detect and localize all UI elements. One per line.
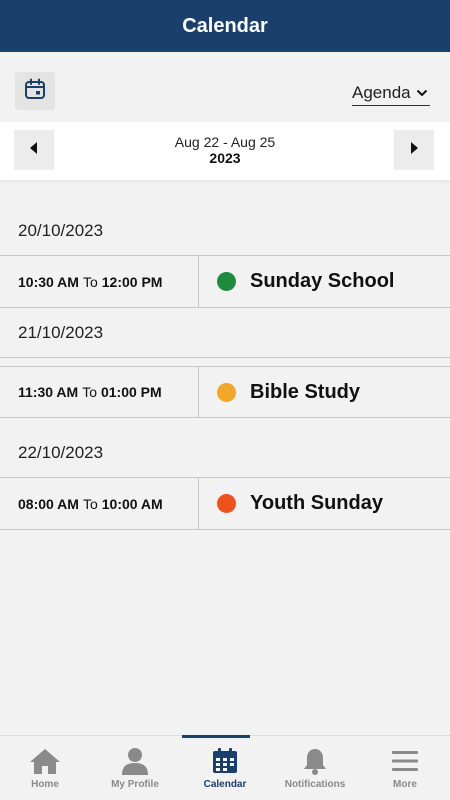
event-color-dot xyxy=(217,382,236,402)
tab-my-profile[interactable]: My Profile xyxy=(90,736,180,800)
tab-calendar-label: Calendar xyxy=(203,779,247,790)
date-picker-button[interactable] xyxy=(15,72,55,110)
bell-icon xyxy=(298,746,332,776)
event-title: Sunday School xyxy=(250,270,395,292)
date-range-dates: Aug 22 - Aug 25 xyxy=(174,134,276,150)
event-color-dot xyxy=(217,272,236,291)
tab-calendar[interactable]: Calendar xyxy=(180,735,270,800)
event-title: Bible Study xyxy=(250,380,361,403)
event-start-time: 10:30 AM xyxy=(18,273,79,290)
agenda-list: 20/10/2023 10:30 AM To 12:00 PM Sunday S… xyxy=(0,180,450,530)
page-title: Calendar xyxy=(182,14,268,37)
view-mode-select[interactable]: Agenda xyxy=(352,80,430,106)
event-time: 10:30 AM To 12:00 PM xyxy=(0,256,199,307)
tab-my-profile-label: My Profile xyxy=(111,779,159,790)
calendar-icon xyxy=(24,78,46,105)
date-range-year: 2023 xyxy=(209,150,241,166)
event-info: Sunday School xyxy=(199,256,450,307)
date-range-bar: Aug 22 - Aug 25 2023 xyxy=(0,122,450,180)
tab-more-label: More xyxy=(393,779,417,790)
calendar-icon xyxy=(208,746,242,776)
agenda-event-row[interactable]: 08:00 AM To 10:00 AM Youth Sunday xyxy=(0,478,450,530)
event-time-separator: To xyxy=(82,273,98,290)
tab-home[interactable]: Home xyxy=(0,736,90,800)
view-mode-value: Agenda xyxy=(352,82,411,102)
menu-icon xyxy=(388,746,422,776)
user-icon xyxy=(118,746,152,776)
chevron-down-icon xyxy=(416,84,428,102)
app-header: Calendar xyxy=(0,0,450,52)
agenda-date-header: 22/10/2023 xyxy=(0,418,450,478)
event-end-time: 10:00 AM xyxy=(101,495,163,512)
tab-more[interactable]: More xyxy=(360,736,450,800)
event-color-dot xyxy=(217,494,236,513)
next-range-button[interactable] xyxy=(394,130,434,170)
caret-left-icon xyxy=(29,141,39,160)
event-end-time: 01:00 PM xyxy=(100,384,162,400)
event-time: 08:00 AM To 10:00 AM xyxy=(0,478,199,529)
event-time-separator: To xyxy=(82,495,98,512)
tab-notifications-label: Notifications xyxy=(284,779,346,790)
agenda-date-header: 21/10/2023 xyxy=(0,308,450,358)
agenda-event-row[interactable]: 11:30 AM To 01:00 PM Bible Study xyxy=(0,366,450,418)
event-start-time: 11:30 AM xyxy=(18,384,79,400)
caret-right-icon xyxy=(409,141,419,160)
event-start-time: 08:00 AM xyxy=(18,495,79,512)
event-title: Youth Sunday xyxy=(250,492,383,514)
event-time-separator: To xyxy=(82,384,97,400)
agenda-event-row[interactable]: 10:30 AM To 12:00 PM Sunday School xyxy=(0,256,450,308)
tab-home-label: Home xyxy=(31,779,59,790)
agenda-date-header: 20/10/2023 xyxy=(0,180,450,256)
tab-notifications[interactable]: Notifications xyxy=(270,736,360,800)
bottom-tab-bar: Home My Profile Calendar Notifications M… xyxy=(0,735,450,800)
previous-range-button[interactable] xyxy=(14,130,54,170)
event-end-time: 12:00 PM xyxy=(101,273,163,290)
calendar-toolbar: Agenda xyxy=(0,52,450,122)
event-info: Youth Sunday xyxy=(199,478,450,529)
event-time: 11:30 AM To 01:00 PM xyxy=(0,367,199,417)
home-icon xyxy=(28,746,62,776)
event-info: Bible Study xyxy=(199,367,450,417)
date-range-label: Aug 22 - Aug 25 2023 xyxy=(100,134,350,166)
